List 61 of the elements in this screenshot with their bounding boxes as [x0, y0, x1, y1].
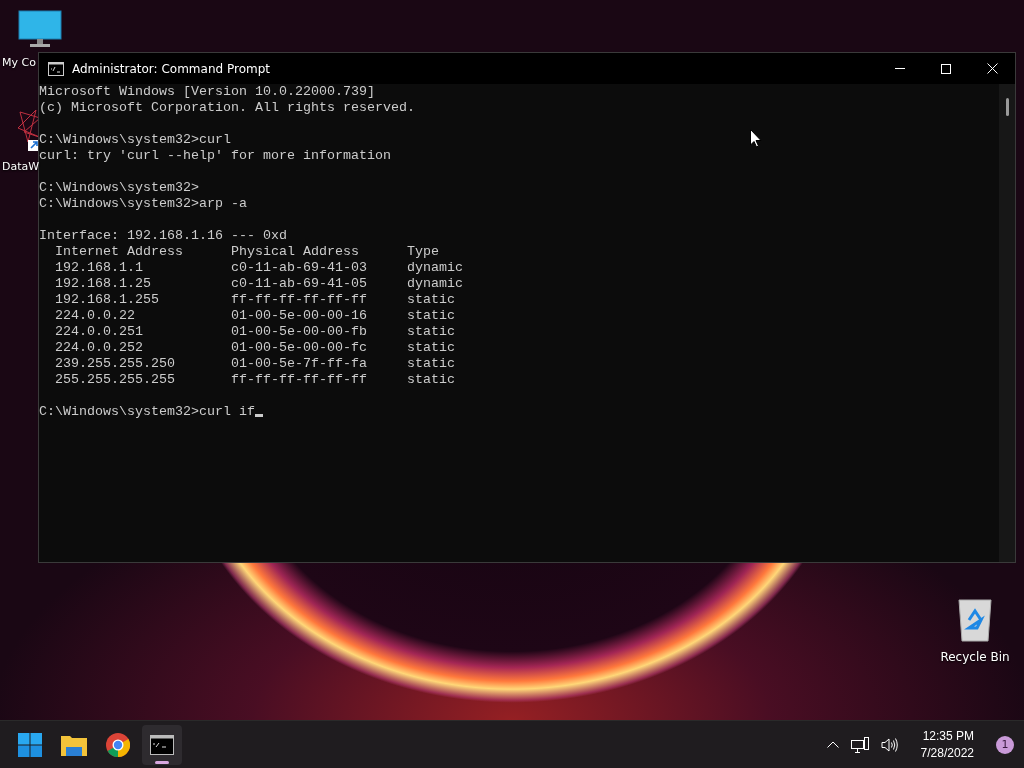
recycle-bin-icon [957, 598, 993, 642]
desktop-icon-label[interactable]: My Co [2, 56, 36, 69]
console-line: C:\Windows\system32>arp -a [39, 196, 247, 212]
table-cell-text: 224.0.0.22 [55, 308, 136, 324]
table-cell-text: static [407, 372, 456, 388]
table-cell-text: 224.0.0.252 [55, 340, 144, 356]
table-cell-text: 224.0.0.251 [55, 324, 144, 340]
table-cell-text: 01-00-5e-00-00-16 [231, 308, 368, 324]
table-cell-text: static [407, 292, 456, 308]
mouse-pointer-icon [750, 129, 762, 148]
windows-logo-icon [18, 732, 42, 757]
network-icon [850, 736, 869, 753]
console-line: C:\Windows\system32>curl if [39, 404, 263, 420]
notification-badge[interactable]: 1 [996, 735, 1014, 754]
console-line: Interface: 192.168.1.16 --- 0xd [39, 228, 287, 244]
clock-button[interactable]: 12:35 PM 7/28/2022 [916, 727, 978, 762]
table-cell-text: ff-ff-ff-ff-ff-ff [231, 372, 368, 388]
scrollbar[interactable] [999, 84, 1015, 562]
table-cell-text: static [407, 308, 456, 324]
monitor-icon [18, 10, 62, 48]
column-header: Internet Address [55, 244, 184, 260]
text-cursor [254, 414, 263, 417]
minimize-icon [895, 68, 905, 69]
maximize-icon [941, 63, 951, 74]
terminal-icon [150, 734, 174, 755]
close-icon [986, 63, 998, 74]
table-cell-text: 01-00-5e-00-00-fb [231, 324, 368, 340]
window-title: Administrator: Command Prompt [72, 61, 271, 76]
table-cell: dynamic [407, 276, 463, 292]
chevron-up-icon [826, 741, 839, 748]
folder-icon [61, 733, 87, 756]
volume-icon [880, 736, 899, 753]
scrollbar-thumb[interactable] [1005, 98, 1009, 116]
active-indicator [155, 760, 169, 764]
console-line: C:\Windows\system32> [39, 180, 199, 196]
table-cell-text: 192.168.1.25 [55, 276, 152, 292]
table-cell-text: 01-00-5e-7f-ff-fa [231, 356, 368, 372]
table-cell-text: static [407, 356, 456, 372]
console-line: (c) Microsoft Corporation. All rights reserved. [39, 100, 415, 116]
table-cell-text: 192.168.1.255 [55, 292, 160, 308]
browser-icon [106, 732, 130, 757]
column-header: Physical Address [231, 244, 360, 260]
table-cell-text: static [407, 340, 456, 356]
network-button[interactable] [848, 734, 871, 755]
table-cell-text: ff-ff-ff-ff-ff-ff [231, 292, 368, 308]
table-cell-text: 01-00-5e-00-00-fc [231, 340, 368, 356]
desktop-icon-label[interactable]: DataW [2, 160, 40, 173]
taskbar-button[interactable] [142, 724, 182, 765]
table-cell-text: 192.168.1.1 [55, 260, 144, 276]
table-cell: dynamic [407, 260, 463, 276]
table-cell-text: c0-11-ab-69-41-05 [231, 276, 368, 292]
table-cell-text: 239.255.255.250 [55, 356, 176, 372]
table-cell-text: static [407, 324, 456, 340]
desktop-icon-label[interactable]: Recycle Bin [940, 650, 1010, 664]
console-line: curl: try 'curl --help' for more information [39, 148, 391, 164]
table-cell-text: 255.255.255.255 [55, 372, 176, 388]
console-line: Microsoft Windows [Version 10.0.22000.739] [39, 84, 375, 100]
console-line: C:\Windows\system32>curl [39, 132, 231, 148]
terminal-icon [48, 61, 64, 76]
table-cell-text: c0-11-ab-69-41-03 [231, 260, 368, 276]
column-header: Type [407, 244, 440, 260]
